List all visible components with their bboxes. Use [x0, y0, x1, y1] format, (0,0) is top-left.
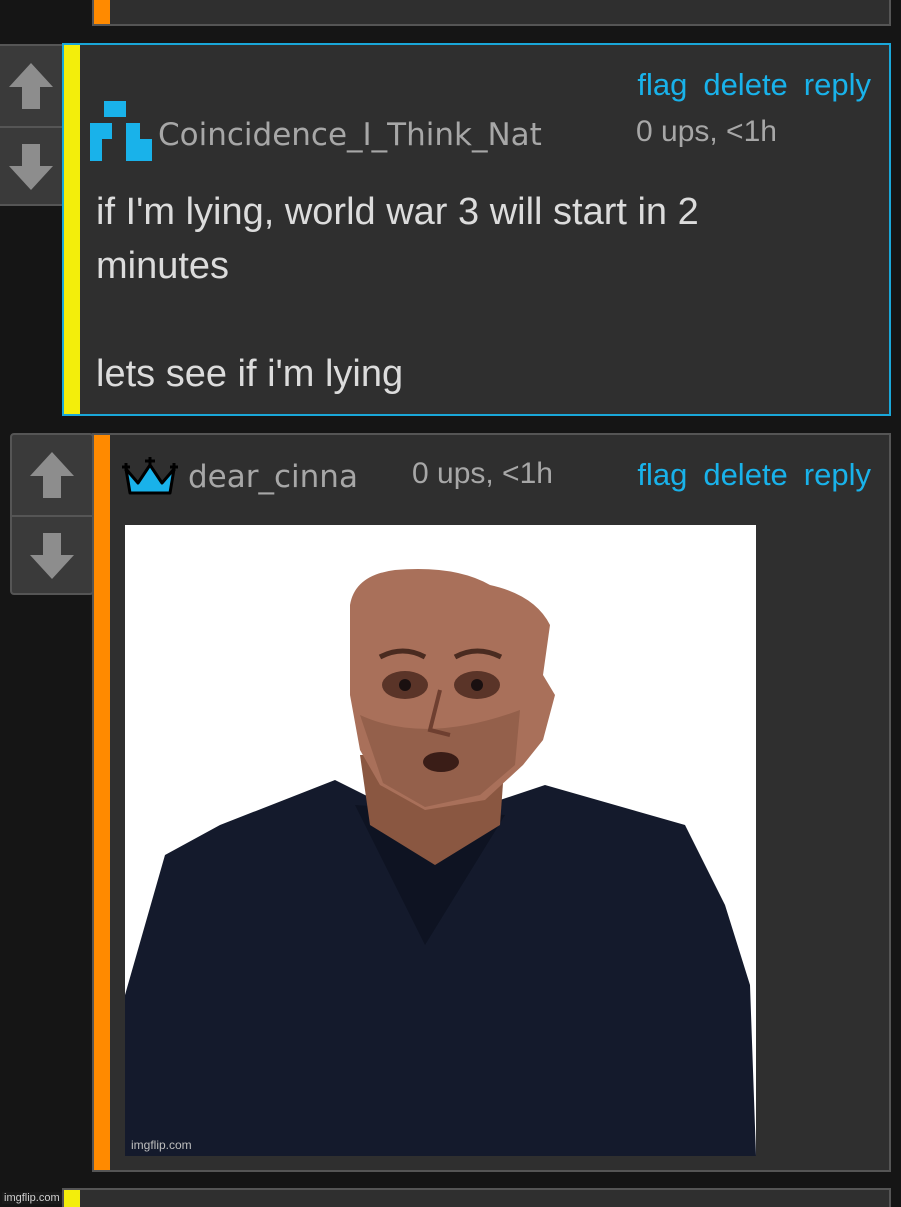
flag-link[interactable]: flag	[637, 67, 687, 103]
comment-accent-bar	[94, 435, 110, 1170]
reply-link[interactable]: reply	[804, 457, 871, 493]
image-watermark: imgflip.com	[131, 1138, 192, 1152]
next-comment-fragment	[62, 1188, 891, 1207]
previous-comment-fragment	[92, 0, 891, 26]
downvote-button[interactable]	[0, 126, 62, 206]
comment-actions: flag delete reply	[637, 457, 871, 493]
comment-highlighted: flag delete reply Coincidence_I_Think_Na…	[62, 43, 891, 416]
arrow-up-icon	[30, 452, 74, 498]
comment-stats: 0 ups, <1h	[636, 115, 777, 148]
comment-accent-bar	[64, 1190, 80, 1207]
delete-link[interactable]: delete	[703, 67, 787, 103]
vote-column	[0, 44, 64, 206]
downvote-button[interactable]	[12, 515, 92, 595]
arrow-up-icon	[9, 63, 53, 109]
comment-username[interactable]: Coincidence_I_Think_Nat	[158, 117, 542, 153]
pixel-avatar-icon	[90, 101, 152, 161]
comment-stats: 0 ups, <1h	[412, 457, 553, 490]
worried-man-illustration	[125, 569, 756, 1156]
delete-link[interactable]: delete	[703, 457, 787, 493]
page-watermark: imgflip.com	[2, 1192, 62, 1204]
reply-link[interactable]: reply	[804, 67, 871, 103]
flag-link[interactable]: flag	[637, 457, 687, 493]
upvote-button[interactable]	[12, 435, 92, 515]
arrow-down-icon	[30, 533, 74, 579]
comment-accent-bar	[64, 45, 80, 414]
upvote-button[interactable]	[0, 46, 62, 126]
comment-accent-bar	[94, 0, 110, 24]
comment-actions: flag delete reply	[637, 67, 871, 103]
comment-reply: dear_cinna 0 ups, <1h flag delete reply	[92, 433, 891, 1172]
comment-thread: flag delete reply Coincidence_I_Think_Na…	[0, 0, 901, 1207]
comment-body: if I'm lying, world war 3 will start in …	[96, 191, 699, 395]
arrow-down-icon	[9, 144, 53, 190]
vote-column	[10, 433, 94, 595]
comment-username[interactable]: dear_cinna	[188, 459, 358, 495]
crown-icon	[122, 457, 178, 495]
comment-image[interactable]: imgflip.com	[125, 525, 756, 1156]
